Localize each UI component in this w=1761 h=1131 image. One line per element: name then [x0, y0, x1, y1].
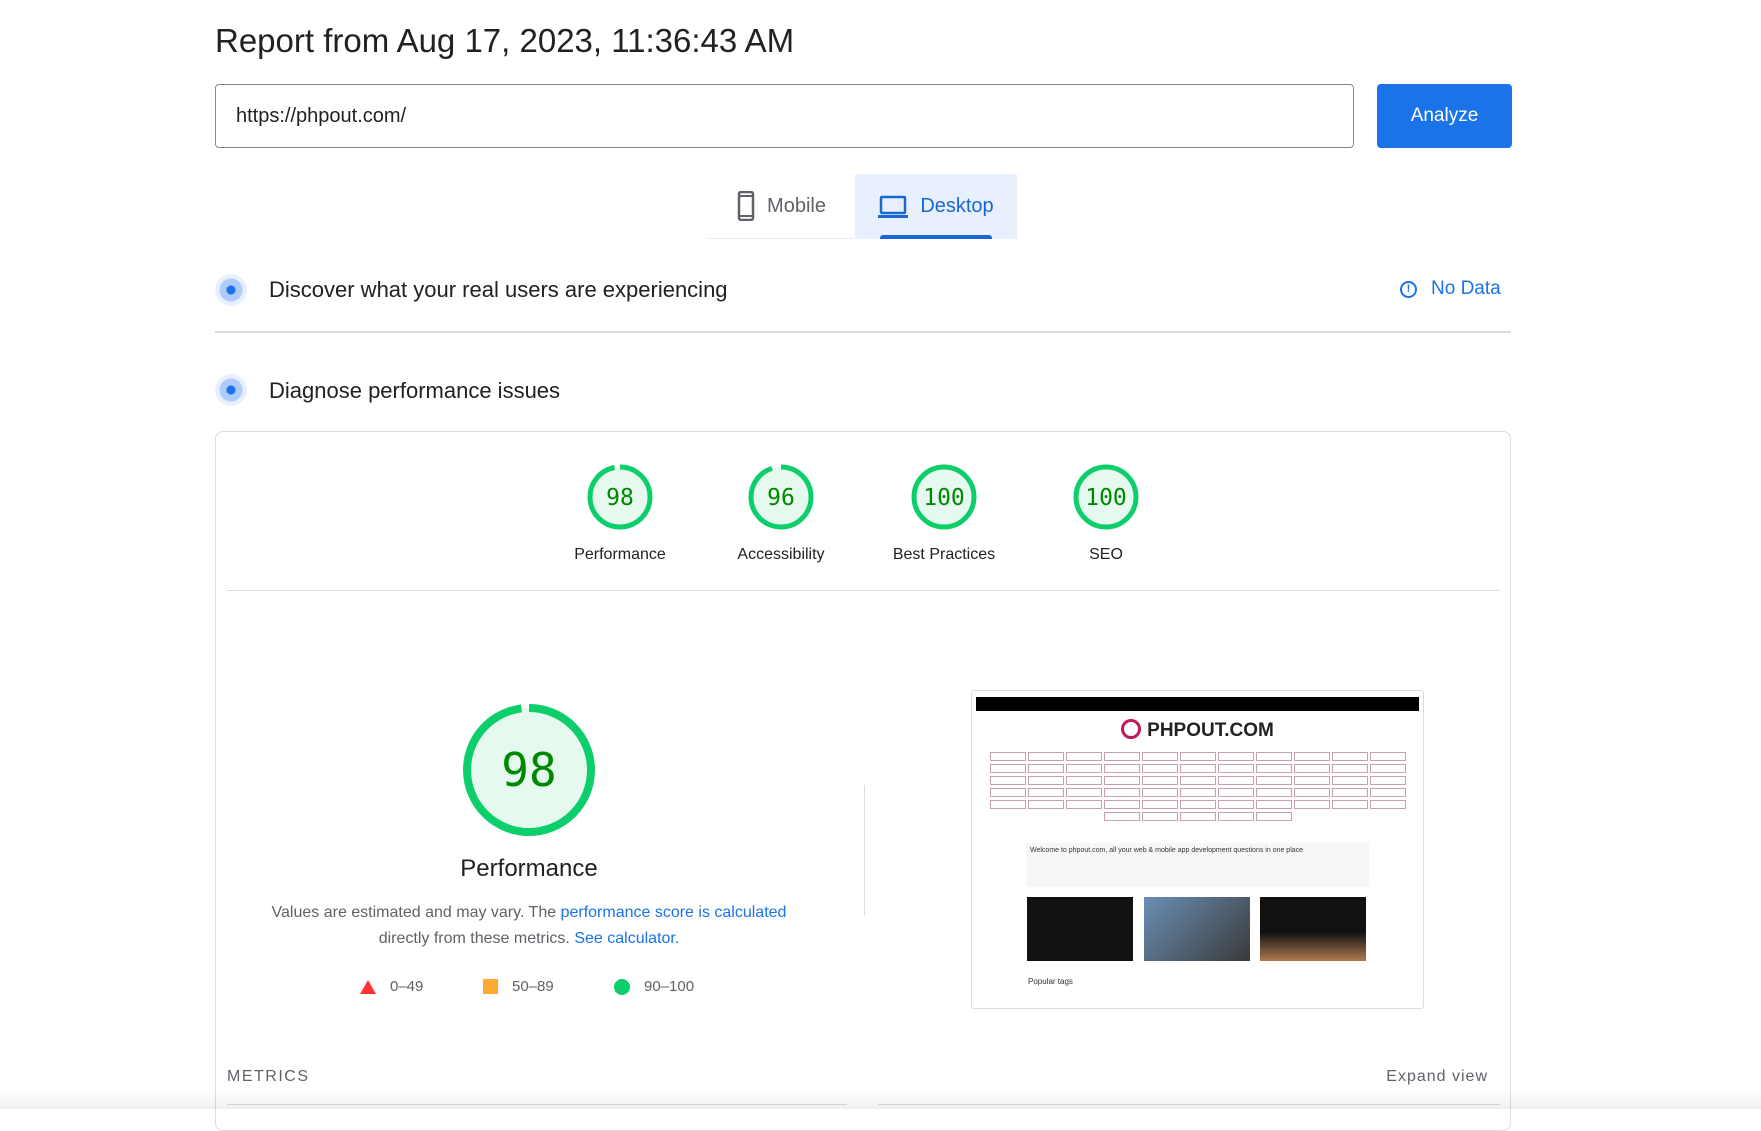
no-data-link[interactable]: ! No Data	[1400, 278, 1501, 300]
legend-fail: 0–49	[360, 978, 423, 995]
page-title: Report from Aug 17, 2023, 11:36:43 AM	[215, 22, 795, 59]
score-gauge-seo[interactable]: 100 SEO	[1026, 462, 1186, 564]
info-icon: !	[1400, 280, 1417, 298]
square-icon	[483, 979, 498, 994]
see-calculator-link[interactable]: See calculator.	[574, 930, 679, 947]
site-tags	[982, 751, 1413, 823]
gauge-ring: 96	[748, 464, 814, 530]
divider	[864, 785, 865, 915]
site-popular-tags: Popular tags	[1028, 977, 1073, 986]
score-value: 100	[1085, 485, 1127, 511]
divider	[227, 590, 1500, 591]
site-welcome: Welcome to phpout.com, all your web & mo…	[1026, 843, 1369, 887]
site-image	[1144, 897, 1250, 961]
legend-range: 50–89	[512, 978, 554, 995]
gauge-ring: 100	[1073, 464, 1139, 530]
legend-range: 90–100	[644, 978, 695, 995]
bottom-shadow	[0, 1090, 1761, 1109]
text: Values are estimated and may vary. The	[271, 904, 561, 921]
score-label: Best Practices	[892, 546, 996, 563]
score-gauge-best-practices[interactable]: 100 Best Practices	[864, 462, 1024, 564]
score-label: Accessibility	[737, 546, 825, 563]
no-data-label: No Data	[1431, 278, 1501, 299]
laptop-icon	[878, 195, 909, 218]
divider	[215, 331, 1511, 333]
site-image	[1260, 897, 1366, 961]
performance-description: Values are estimated and may vary. The p…	[229, 900, 829, 952]
tab-label: Mobile	[767, 194, 826, 217]
tab-desktop[interactable]: Desktop	[855, 174, 1017, 239]
score-gauge-accessibility[interactable]: 96 Accessibility	[701, 462, 861, 564]
expand-view-button[interactable]: Expand view	[1340, 1068, 1488, 1086]
legend-range: 0–49	[390, 978, 424, 995]
text: directly from these metrics.	[378, 930, 575, 947]
score-label: Performance	[574, 546, 666, 563]
score-label: SEO	[1089, 546, 1123, 563]
performance-label: Performance	[460, 855, 598, 882]
circle-icon	[614, 978, 630, 995]
tab-mobile[interactable]: Mobile	[708, 174, 855, 239]
score-calculated-link[interactable]: performance score is calculated	[561, 904, 787, 921]
site-logo: PHPOUT.COM	[972, 719, 1423, 742]
page-screenshot: PHPOUT.COM Welcome to phpout.com, all yo…	[971, 690, 1424, 1009]
legend-average: 50–89	[483, 978, 554, 995]
field-data-title: Discover what your real users are experi…	[269, 277, 728, 302]
score-value: 96	[767, 485, 795, 511]
tab-label: Desktop	[920, 195, 994, 217]
site-image	[1027, 897, 1133, 961]
score-gauge-performance[interactable]: 98 Performance	[540, 462, 700, 564]
score-value: 98	[606, 485, 634, 511]
url-input[interactable]	[215, 84, 1354, 148]
analyze-button[interactable]: Analyze	[1377, 84, 1512, 148]
metrics-title: METRICS	[227, 1068, 310, 1085]
triangle-icon	[360, 979, 376, 994]
gauge-ring: 100	[911, 464, 977, 530]
lab-data-title: Diagnose performance issues	[269, 378, 561, 403]
performance-gauge-large: 98	[449, 690, 609, 855]
gauge-ring: 98	[587, 464, 653, 530]
users-icon	[215, 274, 247, 306]
score-value: 98	[501, 743, 556, 797]
legend-pass: 90–100	[614, 978, 694, 995]
smartphone-icon	[737, 191, 755, 221]
tab-indicator	[880, 235, 992, 239]
site-nav-bar	[976, 697, 1419, 711]
diagnose-icon	[215, 374, 247, 406]
score-value: 100	[923, 485, 965, 511]
